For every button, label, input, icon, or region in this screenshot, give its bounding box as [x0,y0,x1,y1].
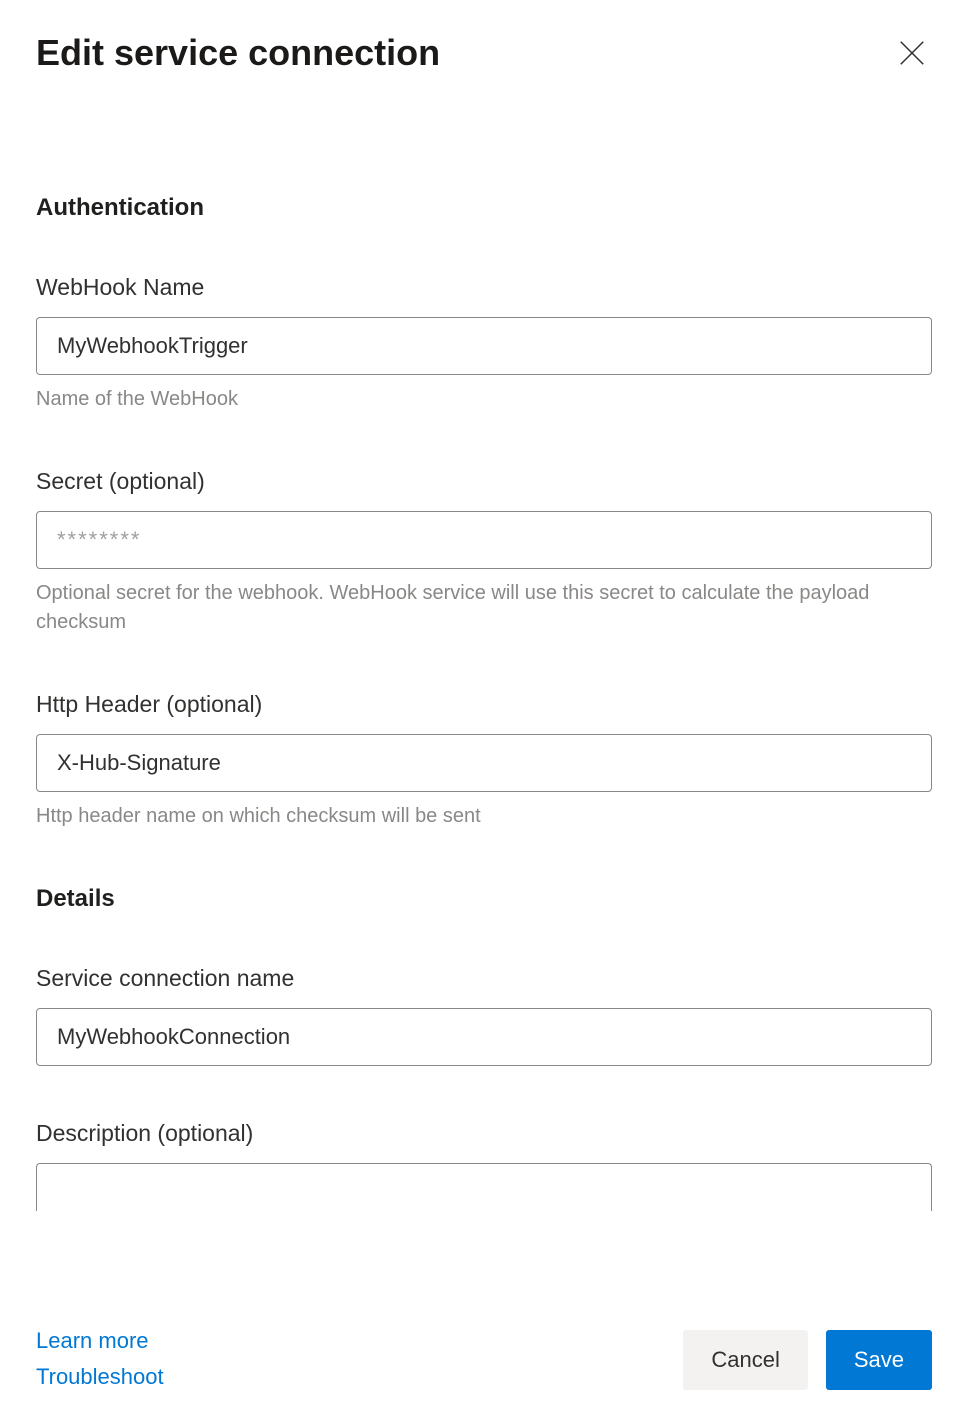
cancel-button[interactable]: Cancel [683,1330,807,1390]
details-section: Details Service connection name Descript… [36,885,932,1211]
description-label: Description (optional) [36,1120,932,1147]
footer-links: Learn more Troubleshoot [36,1328,164,1390]
service-connection-name-label: Service connection name [36,965,932,992]
http-header-label: Http Header (optional) [36,691,932,718]
details-heading: Details [36,885,932,913]
webhook-name-label: WebHook Name [36,274,932,301]
edit-service-connection-dialog: Edit service connection Authentication W… [0,0,968,1211]
http-header-field: Http Header (optional) Http header name … [36,691,932,831]
troubleshoot-link[interactable]: Troubleshoot [36,1364,164,1390]
description-input[interactable] [36,1163,932,1211]
secret-field: Secret (optional) Optional secret for th… [36,468,932,637]
secret-help: Optional secret for the webhook. WebHook… [36,579,932,637]
dialog-footer: Learn more Troubleshoot Cancel Save [0,1328,968,1390]
description-field: Description (optional) [36,1120,932,1211]
http-header-help: Http header name on which checksum will … [36,802,932,831]
webhook-name-input[interactable] [36,317,932,375]
webhook-name-help: Name of the WebHook [36,385,932,414]
close-button[interactable] [892,33,932,73]
learn-more-link[interactable]: Learn more [36,1328,164,1354]
close-icon [897,38,927,68]
footer-buttons: Cancel Save [683,1330,932,1390]
authentication-heading: Authentication [36,194,932,222]
service-connection-name-field: Service connection name [36,965,932,1066]
dialog-title: Edit service connection [36,32,440,74]
http-header-input[interactable] [36,734,932,792]
secret-input[interactable] [36,511,932,569]
save-button[interactable]: Save [826,1330,932,1390]
webhook-name-field: WebHook Name Name of the WebHook [36,274,932,414]
service-connection-name-input[interactable] [36,1008,932,1066]
dialog-header: Edit service connection [36,32,932,74]
secret-label: Secret (optional) [36,468,932,495]
